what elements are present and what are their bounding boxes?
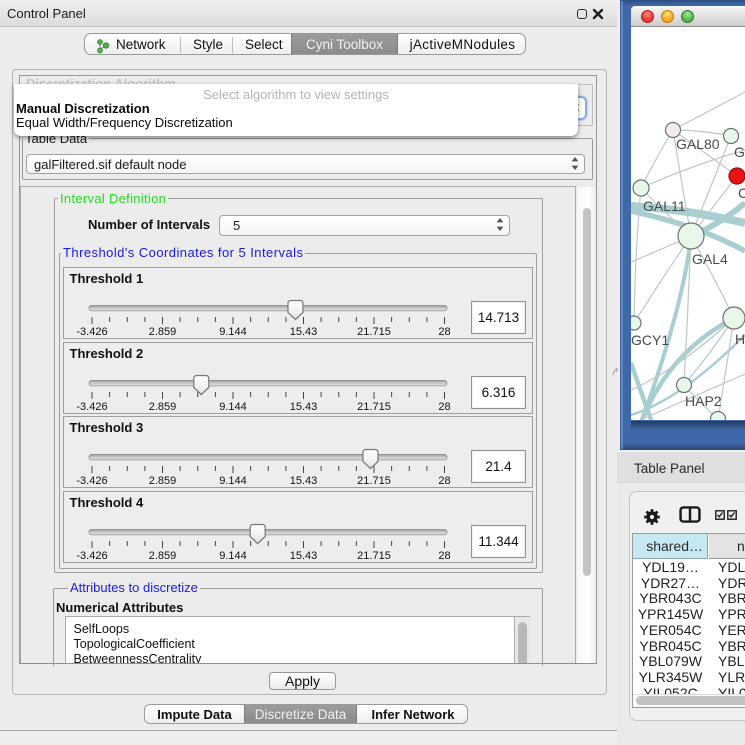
- svg-text:9.144: 9.144: [219, 550, 247, 562]
- svg-text:-3.426: -3.426: [76, 401, 107, 413]
- svg-text:HIS4: HIS4: [735, 331, 745, 347]
- svg-text:21.715: 21.715: [357, 326, 391, 338]
- svg-text:21.715: 21.715: [357, 475, 391, 487]
- svg-text:GCY1: GCY1: [631, 332, 669, 348]
- svg-text:28: 28: [438, 326, 450, 338]
- svg-text:9.144: 9.144: [219, 326, 247, 338]
- svg-text:9.144: 9.144: [219, 401, 247, 413]
- svg-text:28: 28: [438, 550, 450, 562]
- svg-text:GAL3: GAL3: [734, 144, 745, 160]
- svg-text:GAL11: GAL11: [643, 198, 686, 214]
- svg-text:GAL4: GAL4: [692, 251, 728, 267]
- svg-text:-3.426: -3.426: [76, 550, 107, 562]
- svg-text:-3.426: -3.426: [76, 475, 107, 487]
- svg-text:21.715: 21.715: [357, 401, 391, 413]
- svg-text:CDC2: CDC2: [738, 185, 745, 201]
- svg-text:15.43: 15.43: [290, 401, 318, 413]
- svg-text:9.144: 9.144: [219, 475, 247, 487]
- svg-text:28: 28: [438, 475, 450, 487]
- svg-text:15.43: 15.43: [290, 326, 318, 338]
- svg-text:2.859: 2.859: [149, 475, 177, 487]
- svg-text:GAL80: GAL80: [676, 136, 720, 152]
- svg-text:15.43: 15.43: [290, 550, 318, 562]
- svg-text:HAP2: HAP2: [685, 393, 722, 409]
- svg-text:21.715: 21.715: [357, 550, 391, 562]
- svg-text:2.859: 2.859: [149, 326, 177, 338]
- svg-text:-3.426: -3.426: [76, 326, 107, 338]
- svg-text:2.859: 2.859: [149, 401, 177, 413]
- svg-text:2.859: 2.859: [149, 550, 177, 562]
- svg-text:28: 28: [438, 401, 450, 413]
- svg-text:15.43: 15.43: [290, 475, 318, 487]
